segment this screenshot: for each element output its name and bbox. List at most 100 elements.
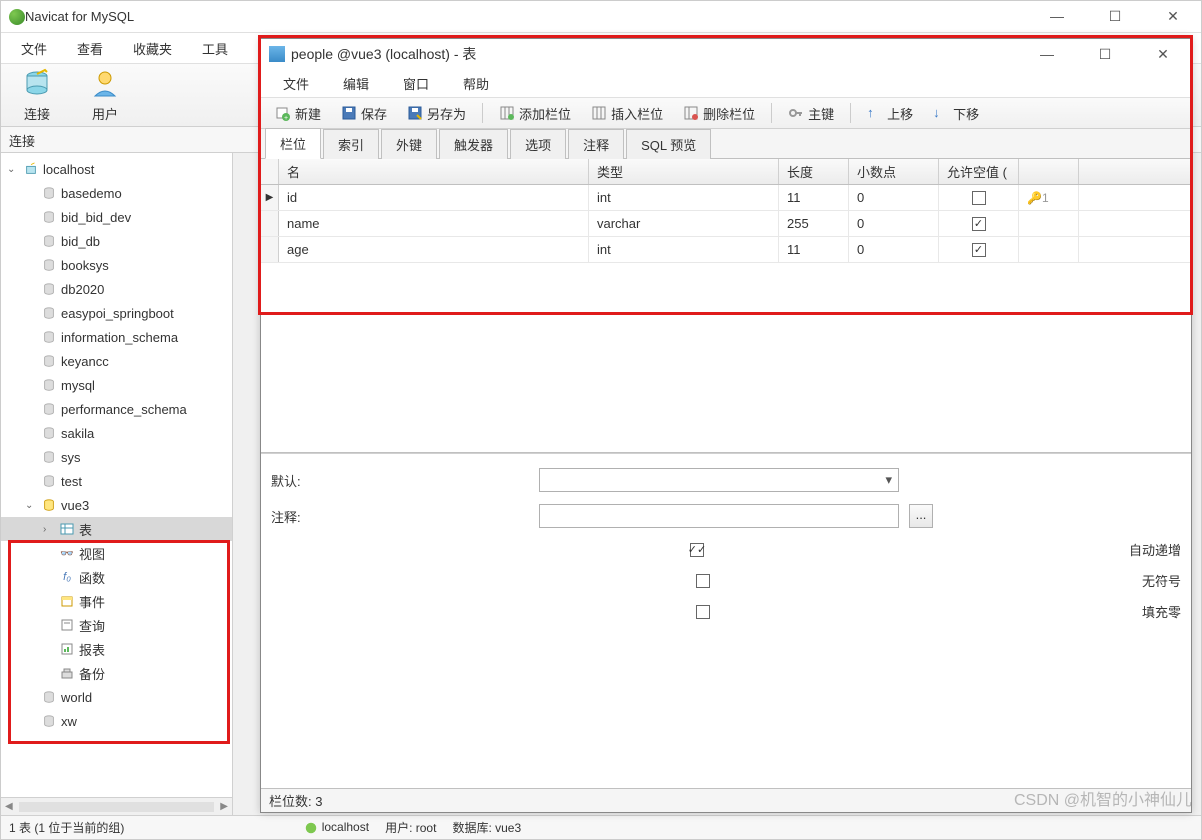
- pk-button[interactable]: 主键: [780, 102, 842, 125]
- inner-menu-edit[interactable]: 编辑: [327, 70, 385, 97]
- table-row[interactable]: ▶ id int 11 0 🔑1: [261, 185, 1191, 211]
- app-title: Navicat for MySQL: [25, 9, 1037, 24]
- tree-item[interactable]: ⌄localhost: [1, 157, 232, 181]
- addcol-button[interactable]: 添加栏位: [491, 102, 579, 125]
- app-icon: [9, 9, 25, 25]
- tree-item[interactable]: xw: [1, 709, 232, 733]
- delcol-button[interactable]: 删除栏位: [675, 102, 763, 125]
- tab-1[interactable]: 索引: [323, 129, 379, 159]
- delete-column-icon: [683, 105, 699, 121]
- inner-menu-help[interactable]: 帮助: [447, 70, 505, 97]
- unsigned-checkbox[interactable]: [696, 574, 710, 588]
- default-dropdown[interactable]: [539, 468, 899, 492]
- tree-item[interactable]: db2020: [1, 277, 232, 301]
- tree-item[interactable]: 查询: [1, 613, 232, 637]
- toolbar-connect[interactable]: 连接: [13, 64, 61, 127]
- status-user: root: [416, 821, 437, 835]
- tree-item[interactable]: test: [1, 469, 232, 493]
- inner-window-title: people @vue3 (localhost) - 表: [291, 44, 1027, 64]
- insertcol-button[interactable]: 插入栏位: [583, 102, 671, 125]
- inner-menu-window[interactable]: 窗口: [387, 70, 445, 97]
- key-icon: [788, 105, 804, 121]
- menu-tools[interactable]: 工具: [188, 35, 242, 62]
- inner-menu-file[interactable]: 文件: [267, 70, 325, 97]
- inner-close-button[interactable]: ✕: [1143, 46, 1183, 63]
- inner-minimize-button[interactable]: —: [1027, 46, 1067, 63]
- minimize-button[interactable]: —: [1037, 8, 1077, 25]
- sidebar: ⌄localhostbasedemobid_bid_devbid_dbbooks…: [1, 153, 233, 815]
- col-header-name[interactable]: 名: [279, 159, 589, 184]
- menu-view[interactable]: 查看: [63, 35, 117, 62]
- toolbar-user-label: 用户: [92, 104, 118, 123]
- connection-tree[interactable]: ⌄localhostbasedemobid_bid_devbid_dbbooks…: [1, 153, 232, 797]
- menu-file[interactable]: 文件: [7, 35, 61, 62]
- saveas-button[interactable]: 另存为: [399, 102, 474, 125]
- col-header-nullable[interactable]: 允许空值 (: [939, 159, 1019, 184]
- tree-item[interactable]: bid_bid_dev: [1, 205, 232, 229]
- comment-more-button[interactable]: ...: [909, 504, 933, 528]
- autoinc-checkbox[interactable]: ✓: [690, 543, 704, 557]
- tree-item[interactable]: world: [1, 685, 232, 709]
- tab-6[interactable]: SQL 预览: [626, 129, 711, 159]
- save-icon: [341, 105, 357, 121]
- tree-item[interactable]: mysql: [1, 373, 232, 397]
- svg-text:+: +: [284, 115, 288, 121]
- menu-favorites[interactable]: 收藏夹: [119, 35, 186, 62]
- add-column-icon: [499, 105, 515, 121]
- tree-item[interactable]: sys: [1, 445, 232, 469]
- designer-tabs: 栏位索引外键触发器选项注释SQL 预览: [261, 129, 1191, 159]
- tab-4[interactable]: 选项: [510, 129, 566, 159]
- toolbar-user[interactable]: 用户: [81, 64, 129, 127]
- new-icon: +: [275, 105, 291, 121]
- tree-item[interactable]: basedemo: [1, 181, 232, 205]
- tree-item[interactable]: 报表: [1, 637, 232, 661]
- save-button[interactable]: 保存: [333, 102, 395, 125]
- movedown-button[interactable]: ↓下移: [925, 102, 987, 125]
- insert-column-icon: [591, 105, 607, 121]
- tree-item[interactable]: f₀函数: [1, 565, 232, 589]
- column-count: 栏位数: 3: [269, 791, 322, 810]
- main-titlebar: Navicat for MySQL — ☐ ✕: [1, 1, 1201, 33]
- table-designer-window: people @vue3 (localhost) - 表 — ☐ ✕ 文件 编辑…: [260, 38, 1192, 813]
- default-label: 默认:: [271, 471, 319, 490]
- tab-5[interactable]: 注释: [568, 129, 624, 159]
- arrow-up-icon: ↑: [867, 105, 883, 121]
- inner-toolbar: +新建 保存 另存为 添加栏位 插入栏位 删除栏位 主键 ↑上移 ↓下移: [261, 97, 1191, 129]
- tree-item[interactable]: 备份: [1, 661, 232, 685]
- moveup-button[interactable]: ↑上移: [859, 102, 921, 125]
- tab-3[interactable]: 触发器: [439, 129, 508, 159]
- tab-2[interactable]: 外键: [381, 129, 437, 159]
- status-database: vue3: [495, 821, 521, 835]
- maximize-button[interactable]: ☐: [1095, 8, 1135, 25]
- col-header-decimals[interactable]: 小数点: [849, 159, 939, 184]
- col-header-length[interactable]: 长度: [779, 159, 849, 184]
- grid-blank-area[interactable]: [261, 263, 1191, 453]
- tree-item[interactable]: sakila: [1, 421, 232, 445]
- new-button[interactable]: +新建: [267, 102, 329, 125]
- table-row[interactable]: name varchar 255 0 ✓: [261, 211, 1191, 237]
- columns-grid[interactable]: 名 类型 长度 小数点 允许空值 ( ▶ id int 11 0 🔑1 name…: [261, 159, 1191, 263]
- col-header-type[interactable]: 类型: [589, 159, 779, 184]
- table-icon: [269, 46, 285, 62]
- status-connection: localhost: [322, 820, 369, 834]
- inner-maximize-button[interactable]: ☐: [1085, 46, 1125, 63]
- tree-item[interactable]: keyancc: [1, 349, 232, 373]
- tree-item[interactable]: performance_schema: [1, 397, 232, 421]
- tree-item[interactable]: easypoi_springboot: [1, 301, 232, 325]
- tree-item[interactable]: ›表: [1, 517, 232, 541]
- close-button[interactable]: ✕: [1153, 8, 1193, 25]
- tree-item[interactable]: 事件: [1, 589, 232, 613]
- sidebar-scrollbar[interactable]: ◀ ▶: [1, 797, 232, 815]
- tree-item[interactable]: booksys: [1, 253, 232, 277]
- tree-item[interactable]: ⌄vue3: [1, 493, 232, 517]
- zerofill-checkbox[interactable]: [696, 605, 710, 619]
- tree-item[interactable]: 👓视图: [1, 541, 232, 565]
- tree-item[interactable]: bid_db: [1, 229, 232, 253]
- table-row[interactable]: age int 11 0 ✓: [261, 237, 1191, 263]
- tree-item[interactable]: information_schema: [1, 325, 232, 349]
- tab-0[interactable]: 栏位: [265, 128, 321, 159]
- column-properties: 默认: 注释: ... ✓自动递增 无符号 填充零: [261, 453, 1191, 635]
- saveas-icon: [407, 105, 423, 121]
- comment-label: 注释:: [271, 507, 319, 526]
- comment-input[interactable]: [539, 504, 899, 528]
